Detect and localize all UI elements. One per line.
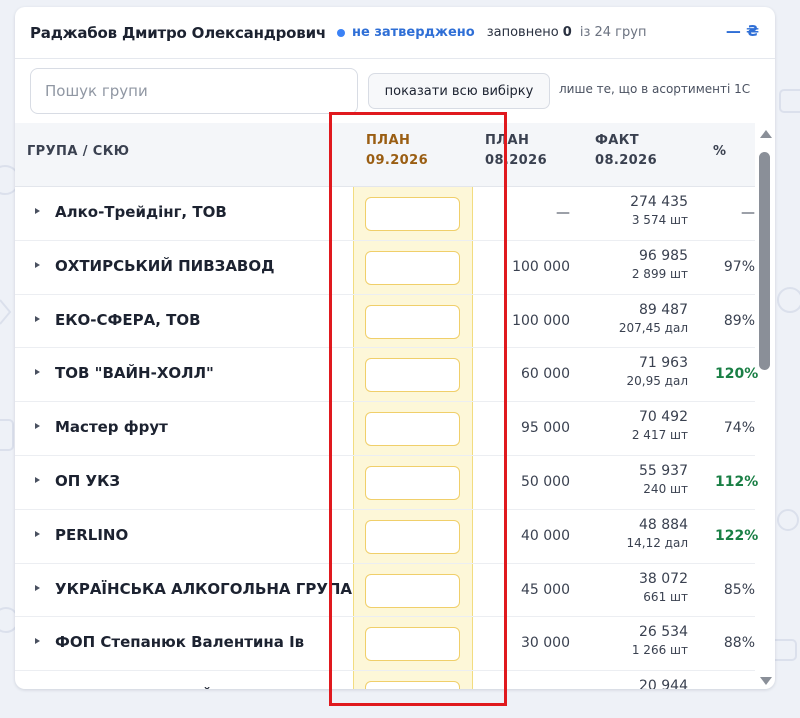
group-name: ОП УКЗ bbox=[55, 471, 121, 490]
pct-value: 122% bbox=[715, 527, 759, 544]
expand-caret-icon[interactable] bbox=[35, 369, 40, 376]
fact-value: 26 534 bbox=[639, 624, 688, 641]
plan-prev-value: 45 000 bbox=[521, 581, 570, 598]
column-header-group[interactable]: ГРУПА / СКЮ bbox=[27, 142, 129, 162]
pct-value: 85% bbox=[723, 581, 755, 598]
show-all-button[interactable]: показати всю вибірку bbox=[368, 73, 550, 109]
plan-prev-value: 95 000 bbox=[521, 420, 570, 437]
fact-value: 55 937 bbox=[639, 462, 688, 479]
plan-prev-value: 50 000 bbox=[521, 473, 570, 490]
fact-value: 20 944 bbox=[639, 678, 688, 689]
pct-value: 88% bbox=[723, 635, 755, 652]
expand-caret-icon[interactable] bbox=[35, 423, 40, 430]
fact-cell: 55 937 240 шт bbox=[639, 462, 688, 497]
fact-cell: 26 534 1 266 шт bbox=[632, 623, 688, 658]
pct-value: — bbox=[741, 205, 755, 221]
plan-prev-value: 60 000 bbox=[521, 366, 570, 383]
expand-caret-icon[interactable] bbox=[35, 261, 40, 268]
group-name: Мастер фрут bbox=[55, 418, 168, 437]
fact-volume: 20,95 дал bbox=[626, 374, 689, 389]
group-name: PERLINO bbox=[55, 525, 129, 544]
search-input[interactable] bbox=[30, 68, 358, 114]
fact-volume: 2 417 шт bbox=[631, 428, 688, 443]
highlight-box bbox=[329, 112, 507, 706]
fact-cell: 48 884 14,12 дал bbox=[627, 516, 689, 551]
groups-total: із 24 груп bbox=[579, 25, 647, 40]
pct-value: 120% bbox=[715, 366, 759, 383]
scroll-down-icon[interactable] bbox=[760, 677, 772, 685]
fact-cell: 71 963 20,95 дал bbox=[627, 354, 689, 389]
fact-cell: 70 492 2 417 шт bbox=[632, 408, 688, 443]
pct-value: 112% bbox=[715, 473, 759, 490]
fact-value: 89 487 bbox=[639, 301, 688, 318]
status-dot-icon bbox=[337, 28, 345, 37]
fact-cell: 38 072 661 шт bbox=[639, 570, 688, 605]
card-header: Раджабов Дмитро Олександрович не затверд… bbox=[15, 7, 775, 59]
expand-caret-icon[interactable] bbox=[35, 638, 40, 645]
fact-volume: 661 шт bbox=[643, 589, 688, 604]
fact-cell: 89 487 207,45 дал bbox=[619, 301, 688, 336]
fact-value: 71 963 bbox=[639, 355, 688, 372]
group-name: Алко-Трейдінг, ТОВ bbox=[55, 203, 227, 221]
column-header-fact[interactable]: ФАКТ 08.2026 bbox=[595, 131, 657, 171]
pct-value: 74% bbox=[723, 420, 755, 437]
plan-prev-value: 30 000 bbox=[521, 635, 570, 652]
fact-volume: 207,45 дал bbox=[618, 320, 688, 335]
group-name: АМБАСАДОР ТРЕЙД, ТОВ bbox=[55, 687, 272, 689]
expand-caret-icon[interactable] bbox=[35, 208, 40, 214]
filled-counter: заповнено 0 bbox=[486, 25, 572, 40]
plan-prev-value: — bbox=[556, 205, 570, 221]
fact-cell: 274 435 3 574 шт bbox=[630, 193, 688, 228]
group-name: УКРАЇНСЬКА АЛКОГОЛЬНА ГРУПА bbox=[55, 579, 353, 598]
group-name: ОХТИРСЬКИЙ ПИВЗАВОД bbox=[55, 256, 275, 275]
fact-value: 38 072 bbox=[639, 570, 688, 587]
fact-volume: 240 шт bbox=[643, 481, 688, 496]
expand-caret-icon[interactable] bbox=[35, 584, 40, 591]
fact-value: 70 492 bbox=[639, 409, 688, 426]
fact-value: 274 435 bbox=[630, 194, 688, 210]
pct-value: 97% bbox=[723, 258, 755, 275]
column-header-pct[interactable]: % bbox=[713, 142, 726, 162]
scroll-thumb[interactable] bbox=[759, 152, 770, 370]
fact-volume: 14,12 дал bbox=[626, 535, 689, 550]
fact-value: 48 884 bbox=[639, 516, 688, 533]
group-name: ТОВ "ВАЙН-ХОЛЛ" bbox=[55, 364, 214, 383]
fact-volume: 1 266 шт bbox=[631, 643, 688, 658]
fact-cell: 20 944 bbox=[639, 677, 688, 689]
plan-prev-value: 100 000 bbox=[512, 258, 570, 275]
user-name: Раджабов Дмитро Олександрович bbox=[30, 23, 326, 42]
fact-volume: 3 574 шт bbox=[631, 213, 688, 227]
fact-cell: 96 985 2 899 шт bbox=[632, 247, 688, 282]
scroll-up-icon[interactable] bbox=[760, 130, 772, 138]
expand-caret-icon[interactable] bbox=[35, 315, 40, 322]
status-badge: не затверджено bbox=[352, 25, 475, 40]
only-1c-toggle[interactable]: лише те, що в асортименті 1С bbox=[559, 82, 750, 96]
fact-value: 96 985 bbox=[639, 247, 688, 264]
pct-value: 89% bbox=[723, 312, 755, 329]
group-name: ФОП Степанюк Валентина Ів bbox=[55, 633, 305, 652]
fact-volume: 2 899 шт bbox=[631, 266, 688, 281]
expand-caret-icon[interactable] bbox=[35, 530, 40, 537]
plan-prev-value: 100 000 bbox=[512, 312, 570, 329]
scrollbar[interactable] bbox=[757, 127, 773, 687]
expand-caret-icon[interactable] bbox=[35, 476, 40, 483]
plan-prev-value: 40 000 bbox=[521, 527, 570, 544]
group-name: ЕКО-СФЕРА, ТОВ bbox=[55, 310, 201, 329]
currency-total: — ₴ bbox=[725, 22, 759, 40]
